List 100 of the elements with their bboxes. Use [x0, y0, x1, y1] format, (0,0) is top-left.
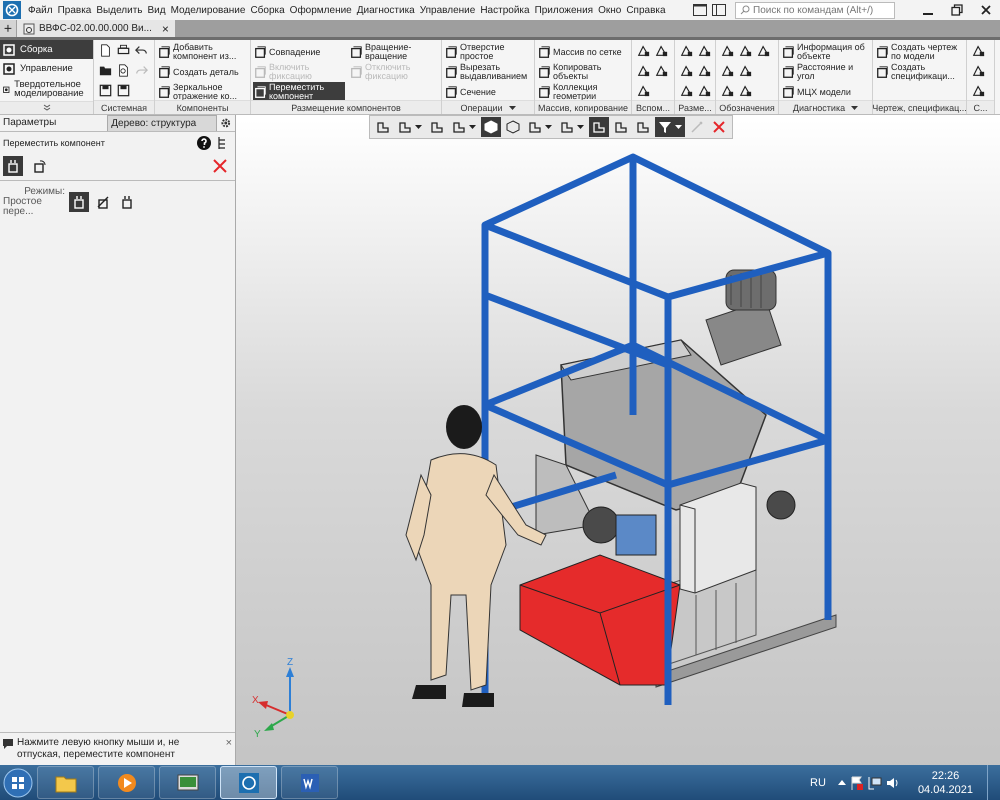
tree-icon[interactable]	[217, 136, 227, 150]
expand-chevron-icon[interactable]	[42, 104, 50, 112]
menu-item[interactable]: Файл	[28, 4, 53, 16]
command-icon	[538, 46, 551, 58]
new-tab-button[interactable]: +	[0, 20, 16, 37]
tab-close-button[interactable]: ×	[162, 22, 169, 36]
monitor-icon	[176, 772, 200, 794]
mode-tab[interactable]: Управление	[0, 58, 93, 78]
ribbon-command[interactable]: Добавить компонент из...	[157, 42, 248, 62]
axis-label: Y	[254, 729, 261, 740]
print-icon[interactable]	[116, 44, 130, 56]
speaker-icon[interactable]	[886, 776, 900, 790]
settings-icon[interactable]	[220, 117, 232, 129]
group-label: Массив, копирование	[538, 102, 628, 112]
ribbon-command[interactable]: Совпадение	[253, 42, 345, 62]
caret-icon	[469, 125, 476, 129]
view-tool-icon[interactable]	[972, 64, 984, 76]
window-layout-icon[interactable]	[693, 4, 707, 16]
search-field[interactable]: Поиск по командам (Alt+/)	[735, 2, 895, 18]
modes-label: Режимы:	[24, 187, 65, 197]
command-icon	[538, 66, 551, 78]
folder-icon[interactable]	[98, 64, 112, 76]
move-tool-button[interactable]	[3, 156, 23, 176]
shaded-cube-icon	[484, 120, 498, 134]
document-tab[interactable]: ВВФС-02.00.00.000 Ви... ×	[17, 20, 175, 37]
app-logo-icon	[236, 772, 260, 794]
ribbon-command[interactable]: Информация об объекте	[781, 42, 870, 62]
ribbon-command[interactable]: Создать деталь	[157, 62, 248, 82]
close-icon	[712, 120, 726, 134]
start-button[interactable]	[3, 768, 33, 798]
restore-icon[interactable]	[951, 4, 963, 16]
group-label: С...	[973, 102, 988, 112]
command-icon	[350, 66, 363, 78]
menu-item[interactable]: Сборка	[250, 4, 285, 16]
close-icon[interactable]	[980, 4, 992, 16]
command-icon	[782, 46, 795, 58]
taskbar-app-button[interactable]	[220, 766, 277, 799]
dropdown-caret-icon[interactable]	[508, 106, 516, 110]
menu-item[interactable]: Управление	[420, 4, 476, 16]
mode-tab[interactable]: Твердотельное моделирование	[0, 78, 93, 101]
command-icon	[158, 46, 171, 58]
menu-item[interactable]: Настройка	[480, 4, 530, 16]
group-label: Чертеж, спецификац...	[872, 102, 967, 112]
dropdown-caret-icon[interactable]	[851, 106, 858, 110]
menu-item[interactable]: Вид	[148, 4, 166, 16]
command-icon	[876, 66, 889, 78]
menu-item[interactable]: Выделить	[96, 4, 143, 16]
menu-item[interactable]: Оформление	[290, 4, 352, 16]
save-icon[interactable]	[98, 84, 112, 96]
command-icon	[445, 66, 458, 78]
undo-icon[interactable]	[134, 44, 148, 56]
menu-item[interactable]: Приложения	[534, 4, 594, 16]
mode-button[interactable]	[69, 192, 89, 212]
show-hidden-icons-icon[interactable]	[838, 780, 846, 785]
menu-item[interactable]: Моделирование	[170, 4, 246, 16]
filter-icon	[658, 120, 672, 134]
ribbon-command[interactable]: Переместить компонент	[253, 82, 345, 102]
move-icon	[6, 159, 20, 173]
ribbon-command[interactable]: Вращение-вращение	[349, 42, 441, 62]
ribbon-command[interactable]: Создать чертеж по модели	[875, 42, 964, 62]
ribbon-command[interactable]: Отверстие простое	[444, 42, 532, 62]
caret-icon	[675, 125, 682, 129]
ribbon-command[interactable]: Коллекция геометрии	[537, 82, 629, 102]
filter-button[interactable]	[655, 117, 685, 137]
ribbon-command[interactable]: Массив по сетке	[537, 42, 629, 62]
caret-icon	[545, 125, 552, 129]
ribbon-command[interactable]: Вырезать выдавливанием	[444, 62, 532, 82]
menu-item[interactable]: Правка	[58, 4, 92, 16]
group-label: Размещение компонентов	[291, 102, 401, 112]
group-label: Компоненты	[176, 102, 228, 112]
language-indicator[interactable]: RU	[810, 776, 826, 788]
menu-item[interactable]: Диагностика	[356, 4, 415, 16]
command-icon	[254, 46, 267, 58]
group-label: Разме...	[678, 102, 712, 112]
shaded-cube-button[interactable]	[481, 117, 501, 137]
group-label: Системная	[100, 102, 148, 112]
mode-tab[interactable]: Сборка	[0, 40, 93, 59]
ribbon-command[interactable]: Сечение	[444, 82, 532, 102]
help-icon[interactable]	[197, 136, 211, 150]
menu-item[interactable]: Окно	[598, 4, 622, 16]
document-icon[interactable]	[98, 44, 112, 56]
ribbon-command[interactable]: Зеркальное отражение ко...	[157, 82, 248, 102]
ribbon-command[interactable]: Копировать объекты	[537, 62, 629, 82]
mode-icon	[3, 42, 16, 56]
ribbon-command[interactable]: Создать спецификаци...	[875, 62, 964, 82]
save-as-icon[interactable]	[116, 84, 130, 96]
pencil-icon	[690, 120, 704, 134]
clock[interactable]: 22:26 04.04.2021	[918, 768, 973, 796]
ribbon-command[interactable]: Расстояние и угол	[781, 62, 870, 82]
menu-item[interactable]: Справка	[626, 4, 666, 16]
command-icon	[445, 46, 458, 58]
network-icon[interactable]	[868, 776, 882, 790]
panel-tab[interactable]: Дерево: структура	[107, 115, 218, 131]
hint-close-button[interactable]: ×	[226, 737, 232, 749]
command-icon	[158, 86, 171, 98]
flag-icon[interactable]	[850, 776, 864, 790]
snap-button[interactable]	[589, 117, 609, 137]
ribbon-command[interactable]: МЦХ модели	[781, 82, 870, 102]
axis-label: X	[252, 695, 259, 706]
preview-icon[interactable]	[116, 64, 130, 76]
